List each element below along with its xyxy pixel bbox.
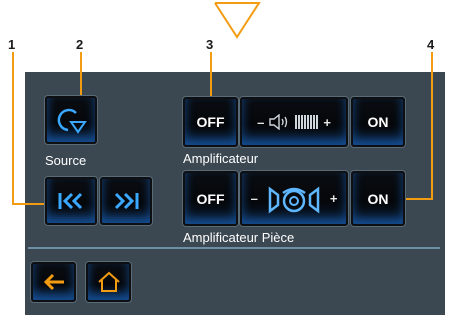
callout-line-2 xyxy=(80,52,82,98)
callout-line-1 xyxy=(12,52,14,204)
previous-track-icon xyxy=(58,192,83,210)
room-volume-plus[interactable]: + xyxy=(330,191,338,206)
speaker-volume-icon xyxy=(269,114,288,130)
amplifier-volume-slider[interactable]: – + xyxy=(240,97,348,147)
amplifier-on-button[interactable]: ON xyxy=(351,97,405,147)
back-button[interactable] xyxy=(31,262,76,302)
home-icon xyxy=(97,271,120,292)
callout-number-2: 2 xyxy=(76,37,84,52)
source-label: Source xyxy=(45,153,87,168)
callout-line-4 xyxy=(405,198,433,200)
amplifier-label: Amplificateur xyxy=(183,151,259,166)
next-track-button[interactable] xyxy=(100,177,152,225)
room-amplifier-label: Amplificateur Pièce xyxy=(183,230,295,245)
volume-minus[interactable]: – xyxy=(257,115,264,130)
room-speakers-icon xyxy=(268,186,320,213)
down-chevron-icon xyxy=(214,2,261,39)
back-arrow-icon xyxy=(43,273,64,291)
callout-line-1 xyxy=(12,203,46,205)
room-amplifier-off-button[interactable]: OFF xyxy=(183,171,238,226)
previous-track-button[interactable] xyxy=(45,177,97,225)
source-cycle-icon xyxy=(57,108,87,134)
callout-number-3: 3 xyxy=(206,37,214,52)
callout-line-3 xyxy=(210,52,212,97)
callout-line-4 xyxy=(431,52,433,200)
amplifier-off-button[interactable]: OFF xyxy=(183,97,238,147)
next-track-icon xyxy=(114,192,139,210)
room-amplifier-volume-slider[interactable]: – + xyxy=(240,171,348,226)
home-button[interactable] xyxy=(86,262,131,302)
divider xyxy=(28,247,440,249)
volume-level-bars xyxy=(295,115,319,129)
volume-plus[interactable]: + xyxy=(323,115,331,130)
room-amplifier-on-button[interactable]: ON xyxy=(351,171,405,226)
room-volume-minus[interactable]: – xyxy=(251,191,258,206)
source-button[interactable] xyxy=(45,96,97,144)
callout-number-1: 1 xyxy=(8,37,16,52)
callout-number-4: 4 xyxy=(427,37,435,52)
